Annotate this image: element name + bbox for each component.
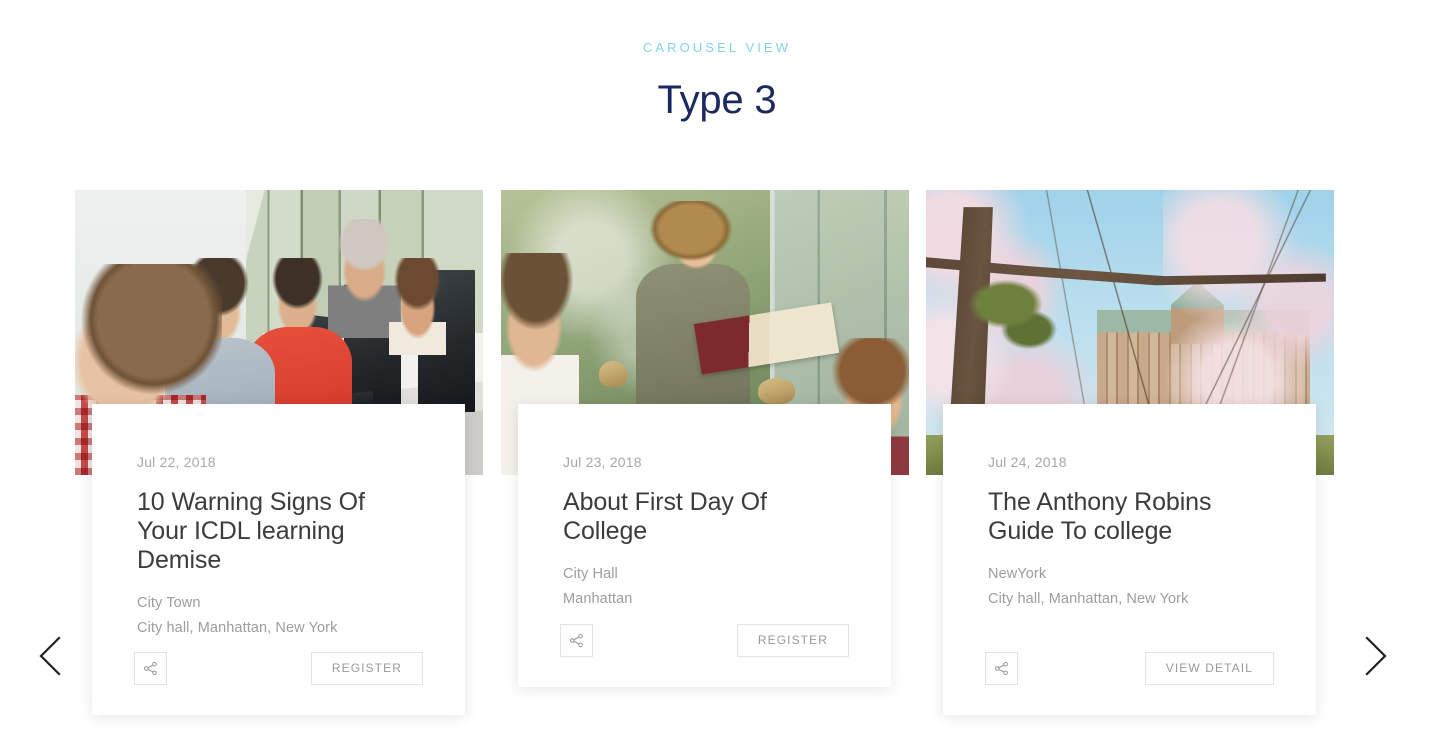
carousel-next-button[interactable] [1353,633,1399,679]
event-venue: City Town [137,595,201,611]
carousel-track: Jul 22, 2018 10 Warning Signs Of Your IC… [75,190,1359,730]
event-title[interactable]: The Anthony Robins Guide To college [988,488,1271,546]
section-eyebrow: CAROUSEL VIEW [642,40,792,55]
event-card-actions: REGISTER [134,652,423,685]
carousel-prev-button[interactable] [27,633,73,679]
page-title: Type 3 [657,78,777,122]
view-detail-button[interactable]: VIEW DETAIL [1144,652,1274,685]
register-button[interactable]: REGISTER [310,652,423,685]
event-venue: NewYork [988,566,1047,582]
share-button[interactable] [985,652,1018,685]
event-venue: City Hall [563,566,618,582]
event-address: City hall, Manhattan, New York [988,591,1189,607]
event-card: Jul 24, 2018 The Anthony Robins Guide To… [943,404,1316,715]
event-date: Jul 22, 2018 [137,454,216,470]
share-icon [994,661,1009,676]
carousel: Jul 22, 2018 10 Warning Signs Of Your IC… [0,190,1434,730]
event-card: Jul 23, 2018 About First Day Of College … [518,404,891,687]
chevron-right-icon [1363,635,1389,677]
page-root: CAROUSEL VIEW Type 3 Jul 22, 2018 10 War… [0,0,1434,736]
event-title[interactable]: About First Day Of College [563,488,846,546]
event-address: Manhattan [563,591,633,607]
event-address: City hall, Manhattan, New York [137,620,338,636]
event-card: Jul 22, 2018 10 Warning Signs Of Your IC… [92,404,465,715]
event-card-actions: VIEW DETAIL [985,652,1274,685]
register-button[interactable]: REGISTER [736,624,849,657]
event-title[interactable]: 10 Warning Signs Of Your ICDL learning D… [137,488,420,575]
share-button[interactable] [560,624,593,657]
share-icon [143,661,158,676]
share-button[interactable] [134,652,167,685]
share-icon [569,633,584,648]
event-date: Jul 23, 2018 [563,454,642,470]
chevron-left-icon [37,635,63,677]
page-header: CAROUSEL VIEW Type 3 [0,0,1434,128]
event-card-actions: REGISTER [560,624,849,657]
event-date: Jul 24, 2018 [988,454,1067,470]
